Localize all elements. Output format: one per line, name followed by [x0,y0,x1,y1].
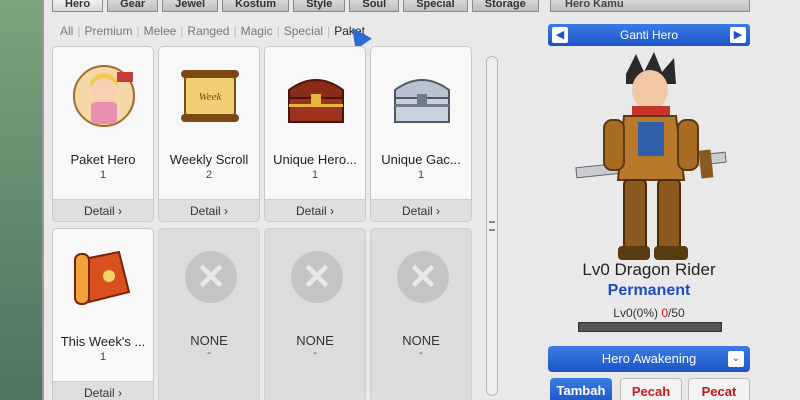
chevron-right-icon: › [436,204,441,218]
filter-all[interactable]: All [56,24,77,38]
item-name: Unique Gac... [381,152,461,167]
change-hero-label: Ganti Hero [619,28,679,42]
tab-hero[interactable]: Hero [52,0,104,12]
grid-scrollbar[interactable] [486,56,498,396]
item-count: 1 [417,169,425,181]
item-card[interactable]: Unique Hero... 1 Detail › [264,46,366,222]
break-button[interactable]: Pecah [620,378,682,400]
chevron-right-icon: › [118,204,123,218]
xp-bar [578,322,722,332]
item-name: Paket Hero [70,152,136,167]
empty-slot: ✕ NONE - [158,228,260,400]
tab-soul[interactable]: Soul [349,0,400,12]
chevron-right-icon: › [118,386,123,400]
hero-panel: ◀ Ganti Hero ▶ Lv0 Dragon Rider Permanen… [548,24,750,400]
filter-magic[interactable]: Magic [237,24,277,38]
filter-melee[interactable]: Melee [140,24,181,38]
item-count: 2 [205,169,213,181]
chevron-right-icon: › [224,204,229,218]
prev-hero-icon[interactable]: ◀ [552,27,568,43]
tab-jewel[interactable]: Jewel [162,0,219,12]
weekly-scroll-red-icon [69,239,139,317]
item-count: - [207,347,211,359]
inventory-window: Hero Gear Jewel Kostum Style Soul Specia… [42,0,800,400]
change-hero-bar[interactable]: ◀ Ganti Hero ▶ [548,24,750,46]
tab-kostum[interactable]: Kostum [222,0,290,12]
dismiss-button[interactable]: Pecat [688,378,750,400]
hero-level-progress: Lv0(0%) 0/50 [613,306,685,320]
item-name: Unique Hero... [273,152,357,167]
empty-slot: ✕ NONE - [370,228,472,400]
detail-button[interactable]: Detail › [371,199,471,221]
detail-button[interactable]: Detail › [53,199,153,221]
tab-gear[interactable]: Gear [107,0,159,12]
item-card[interactable]: Week Weekly Scroll 2 Detail › [158,46,260,222]
item-name: This Week's ... [60,334,146,349]
scroll-icon: Week [175,57,245,135]
x-icon: ✕ [291,251,343,303]
filter-special[interactable]: Special [280,24,327,38]
hero-duration: Permanent [607,282,691,299]
item-count: 1 [99,169,107,181]
tab-hero-kamu[interactable]: Hero Kamu [550,0,750,12]
item-name: NONE [296,333,334,348]
scroll-grip[interactable] [489,221,495,231]
item-count: 1 [99,351,107,363]
chevron-down-icon: ⌄ [728,351,744,367]
item-card[interactable]: Unique Gac... 1 Detail › [370,46,472,222]
svg-text:Week: Week [199,91,223,103]
hero-package-icon [69,57,139,135]
hero-name: Lv0 Dragon Rider [582,260,716,279]
filter-premium[interactable]: Premium [80,24,136,38]
chevron-right-icon: › [330,204,335,218]
x-icon: ✕ [185,251,237,303]
item-count: - [419,347,423,359]
detail-button[interactable]: Detail › [159,199,259,221]
tab-style[interactable]: Style [293,0,346,12]
hero-character-portrait [566,50,736,274]
next-hero-icon[interactable]: ▶ [730,27,746,43]
filter-bar: All | Premium | Melee | Ranged | Magic | Spec… [56,24,369,38]
add-button[interactable]: Tambah [550,378,612,400]
x-icon: ✕ [397,251,449,303]
item-grid: Paket Hero 1 Detail › Week Weekly Scroll… [52,46,478,400]
filter-ranged[interactable]: Ranged [183,24,233,38]
item-count: - [313,347,317,359]
item-card[interactable]: This Week's ... 1 Detail › [52,228,154,400]
empty-slot: ✕ NONE - [264,228,366,400]
hero-awakening-button[interactable]: Hero Awakening ⌄ [548,346,750,372]
item-name: NONE [402,333,440,348]
item-name: NONE [190,333,228,348]
item-card[interactable]: Paket Hero 1 Detail › [52,46,154,222]
tab-special[interactable]: Special [403,0,468,12]
detail-button[interactable]: Detail › [53,381,153,400]
treasure-chest-icon [281,57,351,135]
silver-chest-icon [387,57,457,135]
item-count: 1 [311,169,319,181]
tab-storage[interactable]: Storage [471,0,539,12]
item-name: Weekly Scroll [169,152,249,167]
category-tabs: Hero Gear Jewel Kostum Style Soul Specia… [52,0,543,12]
detail-button[interactable]: Detail › [265,199,365,221]
